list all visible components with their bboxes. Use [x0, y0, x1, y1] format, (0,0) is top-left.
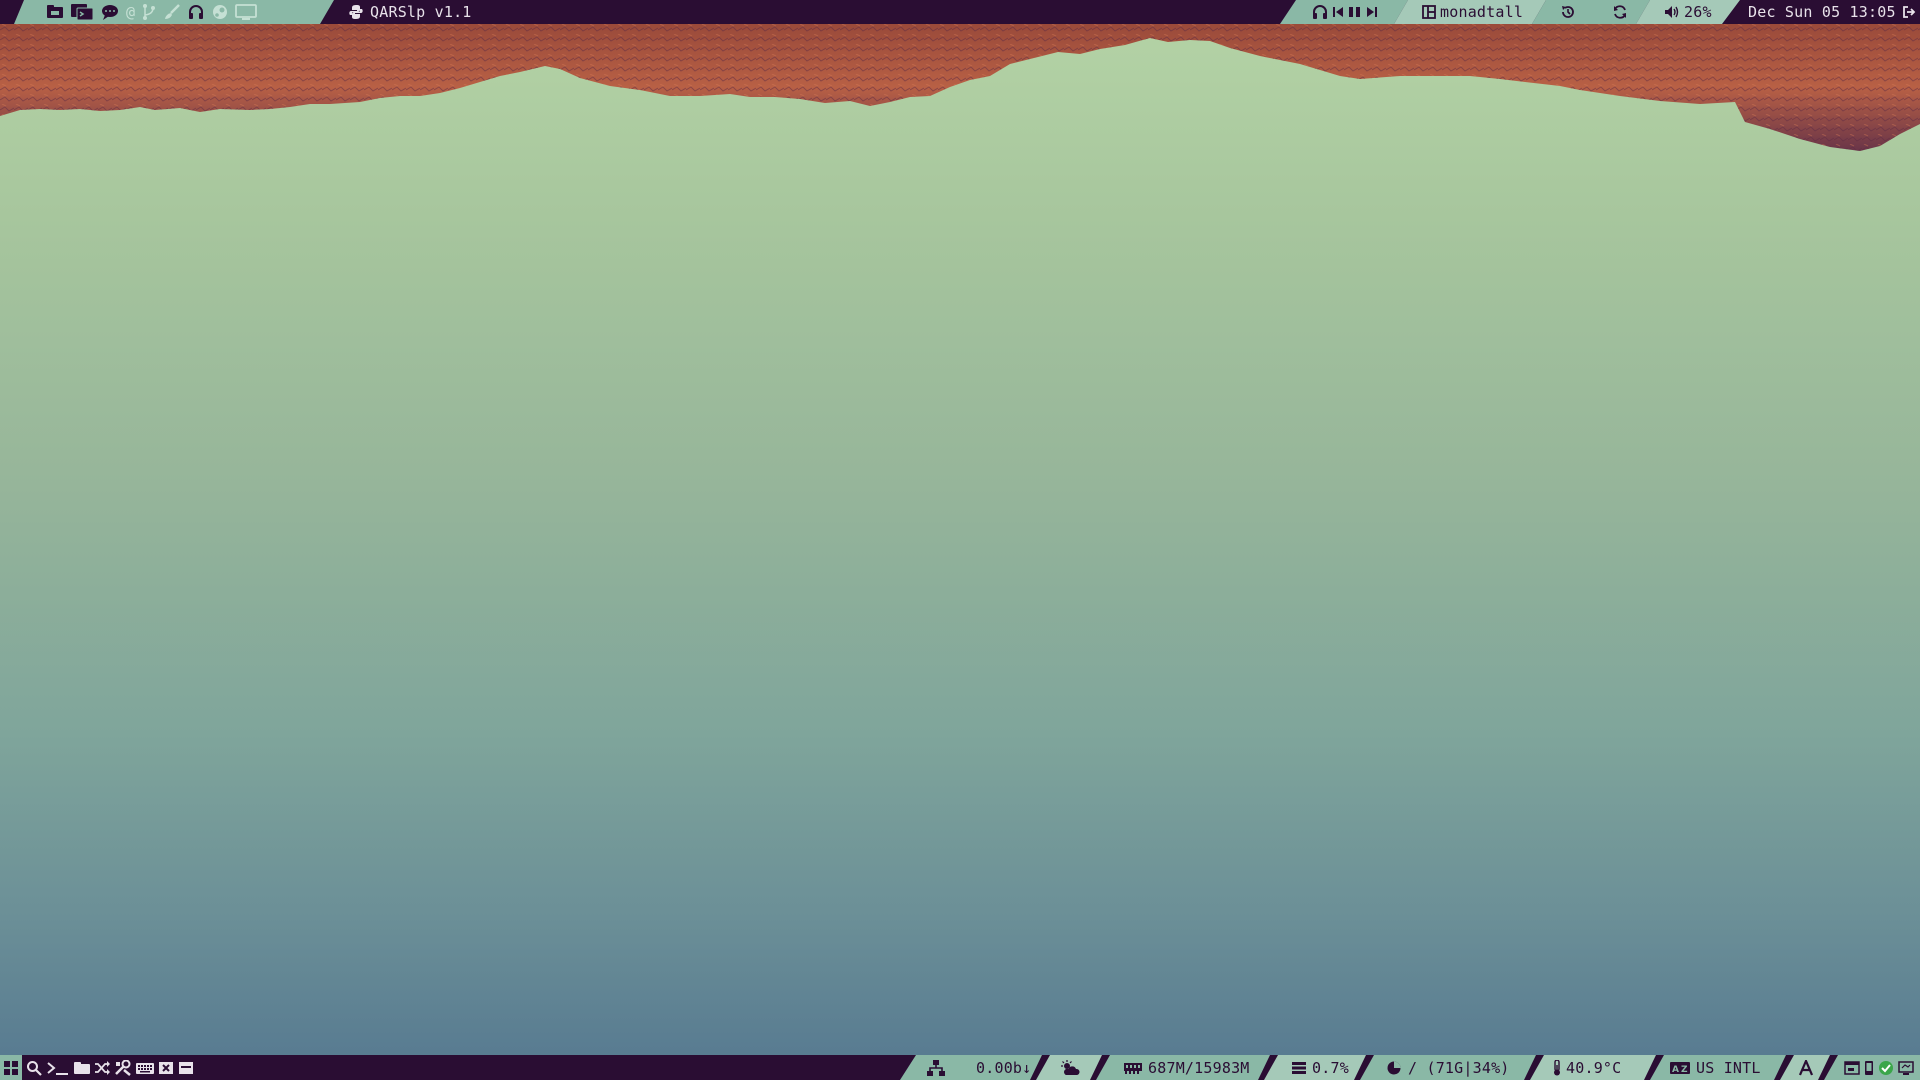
top-divider-6 [1722, 0, 1740, 24]
memory-usage: 687M/15983M [1148, 1058, 1250, 1077]
network-speed: 0.00b↓ [976, 1058, 1032, 1077]
git-branch-icon[interactable] [141, 3, 157, 21]
bottom-divider-9 [1818, 1055, 1838, 1080]
cpu-widget[interactable]: 0.7% [1278, 1055, 1354, 1080]
disk-usage: / (71G|34%) [1408, 1058, 1510, 1077]
settings-tools-icon[interactable] [114, 1059, 132, 1076]
chat-icon[interactable] [100, 3, 120, 21]
bottom-divider-3 [1090, 1055, 1110, 1080]
terminal-icon[interactable] [70, 3, 94, 21]
disk-widget[interactable]: / (71G|34%) [1374, 1055, 1524, 1080]
python-icon [348, 4, 364, 20]
volume-widget[interactable]: 26% [1650, 0, 1722, 24]
bottom-divider-2 [1030, 1055, 1050, 1080]
top-bar: @ QARSlp v1.1 monadtall 26% Dec Sun 05 1… [0, 0, 1920, 24]
at-icon[interactable]: @ [126, 3, 135, 21]
previous-icon[interactable] [1332, 5, 1344, 19]
bottom-divider-6 [1524, 1055, 1544, 1080]
quick-tools [24, 1055, 194, 1080]
font-a-icon [1799, 1059, 1813, 1076]
temperature-widget[interactable]: 40.9°C [1544, 1055, 1644, 1080]
headphones-icon[interactable] [1312, 4, 1328, 20]
volume-level: 26% [1684, 3, 1712, 21]
top-divider-1 [320, 0, 334, 24]
bottom-bar: 0.00b↓ 687M/15983M 0.7% / (71G|34%) 40.9… [0, 1055, 1920, 1080]
logout-icon[interactable] [1902, 5, 1916, 19]
temperature-value: 40.9°C [1566, 1058, 1622, 1077]
folder-icon[interactable] [46, 4, 64, 20]
cpu-usage: 0.7% [1312, 1058, 1349, 1077]
bottom-divider-8 [1774, 1055, 1794, 1080]
history-icon[interactable] [1560, 4, 1576, 20]
network-icon-segment [916, 1055, 956, 1080]
tray-phone-icon[interactable] [1864, 1060, 1874, 1075]
terminal-prompt-icon[interactable] [46, 1060, 70, 1076]
tray-screen-icon[interactable] [1898, 1060, 1914, 1075]
pause-icon[interactable] [1348, 5, 1362, 19]
svg-text:Z: Z [1681, 1065, 1688, 1075]
close-box-icon[interactable] [158, 1061, 174, 1075]
layout-widget[interactable]: monadtall [1408, 0, 1532, 24]
layout-name: monadtall [1440, 3, 1524, 21]
top-left-accent [0, 0, 38, 24]
top-divider-5 [1636, 0, 1650, 24]
clock-text: Dec Sun 05 13:05 [1748, 3, 1896, 21]
shuffle-icon[interactable] [94, 1060, 110, 1076]
bottom-divider-4 [1258, 1055, 1278, 1080]
network-speed-segment: 0.00b↓ [956, 1055, 1032, 1080]
font-widget[interactable] [1794, 1055, 1818, 1080]
layout-icon [1422, 5, 1436, 19]
svg-text:A: A [1672, 1065, 1679, 1075]
network-icon [926, 1059, 946, 1076]
search-icon[interactable] [26, 1060, 42, 1076]
top-divider-2 [1280, 0, 1296, 24]
bottom-divider-1 [900, 1055, 916, 1080]
clock-widget[interactable]: Dec Sun 05 13:05 [1748, 0, 1920, 24]
refresh-icon[interactable] [1612, 4, 1628, 20]
window-title-area: QARSlp v1.1 [348, 0, 848, 24]
thermometer-icon [1552, 1059, 1562, 1076]
menu-button[interactable] [0, 1055, 22, 1080]
grid-menu-icon [4, 1060, 18, 1075]
cloud-sun-icon [1060, 1059, 1080, 1076]
window-icon[interactable] [178, 1061, 194, 1075]
keyboard-icon[interactable] [136, 1061, 154, 1075]
headphones-icon[interactable] [187, 3, 205, 21]
bottom-divider-5 [1354, 1055, 1374, 1080]
media-controls [1296, 0, 1394, 24]
paintbrush-icon[interactable] [163, 3, 181, 21]
keyboard-layout-widget[interactable]: AZ US INTL [1664, 1055, 1774, 1080]
top-divider-3 [1394, 0, 1408, 24]
bottom-divider-7 [1644, 1055, 1664, 1080]
disk-pie-icon [1386, 1060, 1402, 1076]
folder-icon[interactable] [74, 1061, 90, 1075]
memory-widget[interactable]: 687M/15983M [1110, 1055, 1258, 1080]
tray-window-icon[interactable] [1844, 1060, 1860, 1075]
tray-check-icon[interactable] [1878, 1060, 1894, 1076]
system-tray [1838, 1055, 1920, 1080]
keyboard-layout-name: US INTL [1696, 1058, 1761, 1077]
wallpaper-mountain-ridge [0, 24, 1920, 151]
volume-icon [1664, 5, 1680, 19]
updates-group [1546, 0, 1636, 24]
steam-icon[interactable] [211, 3, 229, 21]
memory-icon [1124, 1062, 1142, 1074]
next-icon[interactable] [1366, 5, 1378, 19]
window-title: QARSlp v1.1 [370, 3, 472, 21]
keyboard-layout-icon: AZ [1670, 1061, 1690, 1075]
top-divider-4 [1532, 0, 1546, 24]
weather-widget[interactable] [1050, 1055, 1090, 1080]
launcher-group: @ [38, 0, 320, 24]
monitor-icon[interactable] [235, 3, 257, 21]
cpu-icon [1292, 1061, 1306, 1075]
